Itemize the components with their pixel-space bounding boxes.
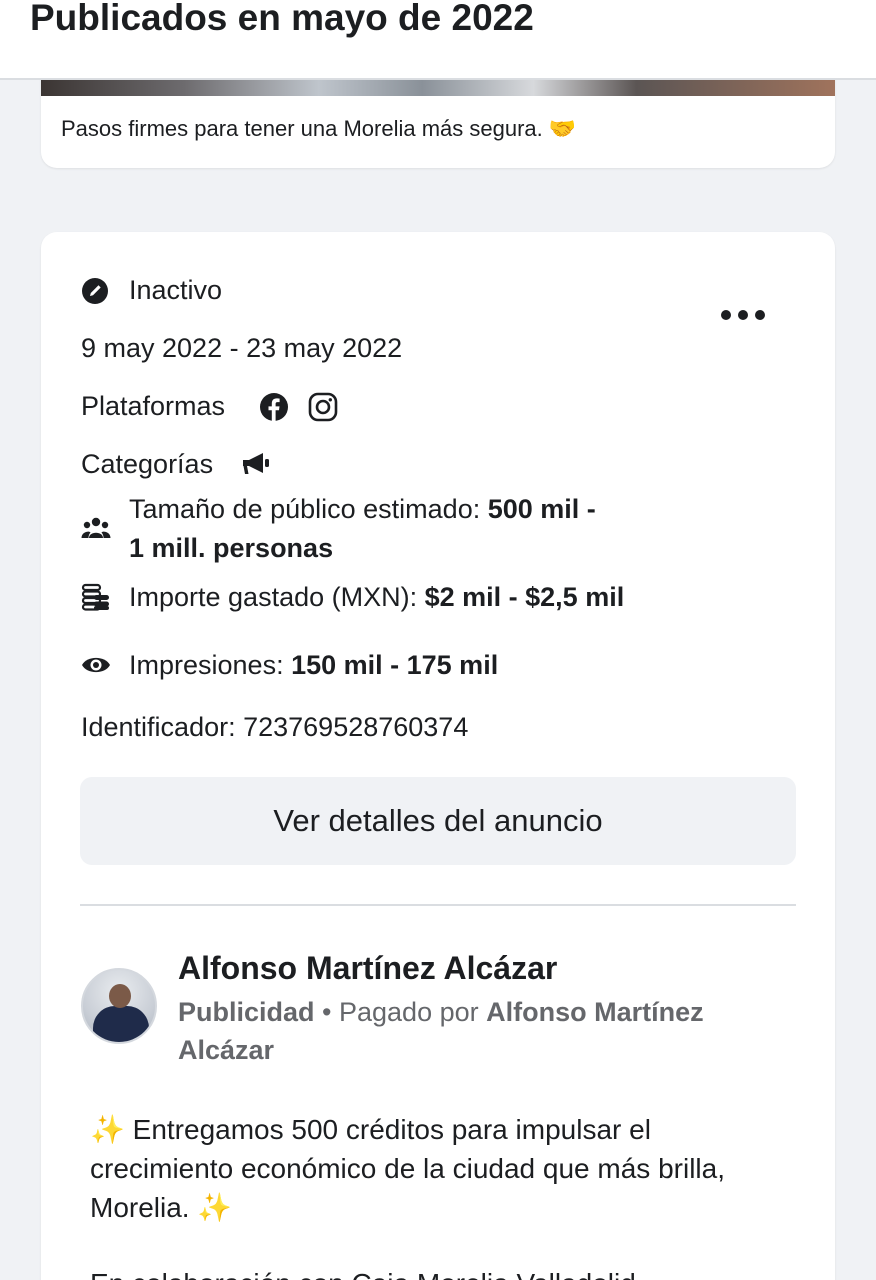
sparkle-icon: ✨ xyxy=(90,1114,125,1145)
megaphone-icon xyxy=(243,453,269,474)
instagram-icon xyxy=(308,392,338,422)
status-label: Inactivo xyxy=(129,275,223,305)
ad-text-continued: En colaboración con Caja Morelia Vallado… xyxy=(90,1264,790,1280)
impressions: Impresiones: 150 mil - 175 mil xyxy=(129,650,499,680)
money-stack-icon xyxy=(81,583,109,611)
more-options-icon xyxy=(721,310,731,320)
sponsored-label: Publicidad xyxy=(178,997,315,1027)
divider xyxy=(80,904,796,906)
facebook-icon xyxy=(260,393,288,421)
ad-text: ✨ Entregamos 500 créditos para impulsar … xyxy=(90,1114,725,1223)
avatar[interactable] xyxy=(81,968,157,1044)
audience-size: Tamaño de público estimado: 500 mil - 1 … xyxy=(129,494,596,563)
more-options-button[interactable] xyxy=(721,300,765,330)
ad-caption: Pasos firmes para tener una Morelia más … xyxy=(61,116,577,141)
see-ad-details-button[interactable]: Ver detalles del anuncio xyxy=(80,777,796,865)
categories-label: Categorías xyxy=(81,449,214,479)
page-header: Publicados en mayo de 2022 xyxy=(0,0,876,80)
eye-icon xyxy=(82,657,110,673)
platforms-label: Plataformas xyxy=(81,391,226,421)
advertiser-meta: Publicidad • Pagado por Alfonso Martínez… xyxy=(178,997,704,1065)
inactive-pencil-icon xyxy=(82,278,108,304)
ad-image[interactable] xyxy=(41,80,835,96)
ad-card: Inactivo 9 may 2022 - 23 may 2022 Plataf… xyxy=(41,232,835,1280)
sparkle-icon: ✨ xyxy=(197,1192,233,1223)
page-title: Publicados en mayo de 2022 xyxy=(30,0,534,38)
date-range: 9 may 2022 - 23 may 2022 xyxy=(81,333,403,363)
people-icon xyxy=(81,517,111,538)
ad-identifier: Identificador: 723769528760374 xyxy=(81,712,469,742)
amount-spent: Importe gastado (MXN): $2 mil - $2,5 mil xyxy=(129,582,625,612)
advertiser-name[interactable]: Alfonso Martínez Alcázar xyxy=(178,946,557,990)
